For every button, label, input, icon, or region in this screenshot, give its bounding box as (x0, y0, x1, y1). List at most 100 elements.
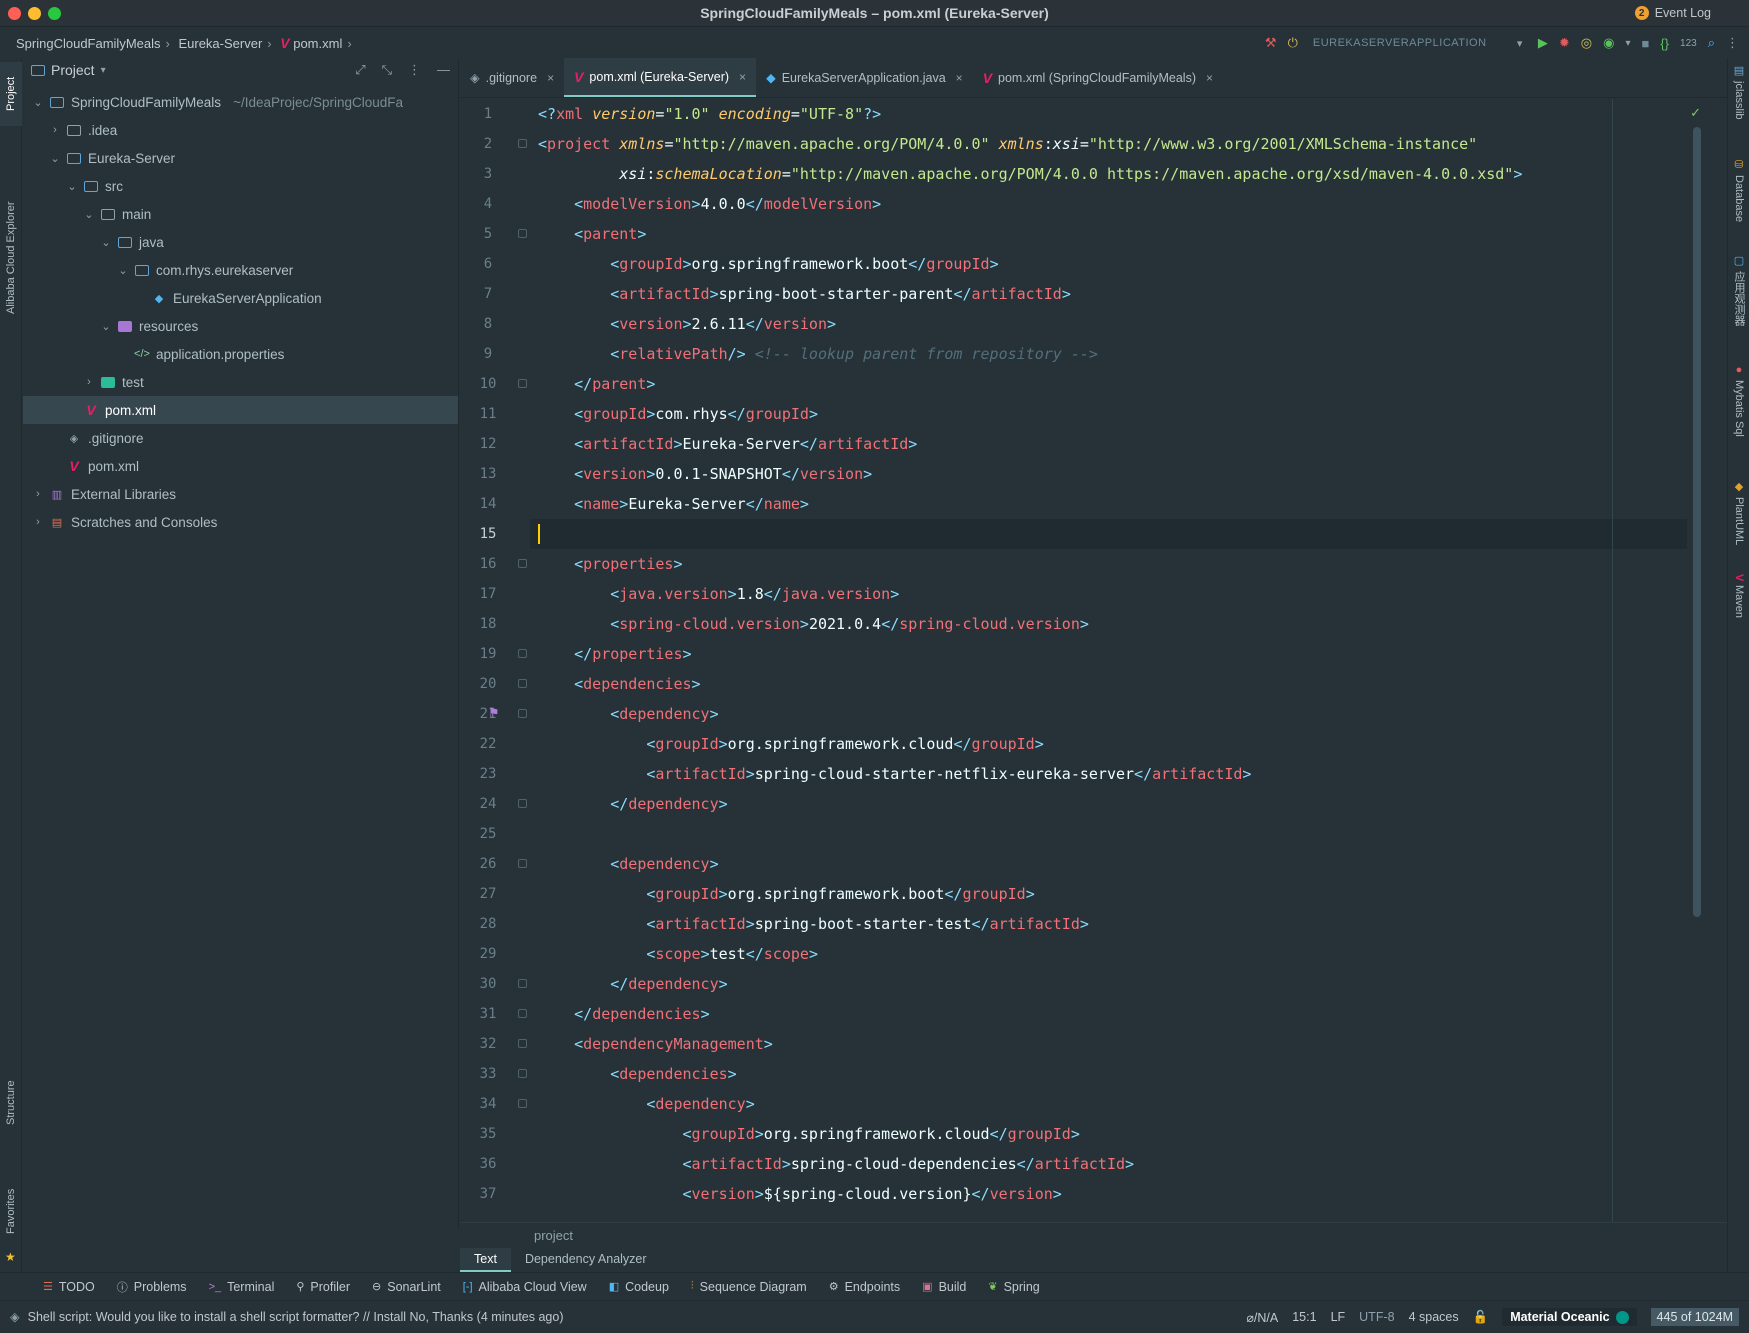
code-line[interactable]: <artifactId>spring-boot-starter-test</ar… (530, 909, 1687, 939)
fold-marker-icon[interactable] (518, 229, 527, 238)
tool-tab-plantuml[interactable]: ◆ PlantUML (1728, 480, 1749, 560)
tree-item[interactable]: ⌄ src (23, 172, 458, 200)
run-icon[interactable]: ▶ (1538, 35, 1548, 51)
power-icon[interactable]: ⏻ (1288, 35, 1298, 51)
tree-item[interactable]: › test (23, 368, 458, 396)
code-line[interactable]: </properties> (530, 639, 1687, 669)
code-line[interactable]: <groupId>org.springframework.boot</group… (530, 249, 1687, 279)
line-separator[interactable]: LF (1331, 1310, 1346, 1324)
code-line[interactable]: </parent> (530, 369, 1687, 399)
code-line[interactable]: <groupId>org.springframework.cloud</grou… (530, 729, 1687, 759)
code-line[interactable]: <scope>test</scope> (530, 939, 1687, 969)
code-line[interactable]: <groupId>com.rhys</groupId> (530, 399, 1687, 429)
hammer-icon[interactable]: ⚒ (1265, 35, 1277, 51)
fold-marker-icon[interactable] (518, 1039, 527, 1048)
collapse-all-icon[interactable]: ⤡ (382, 62, 392, 78)
tree-item[interactable]: Vpom.xml (23, 452, 458, 480)
chevron-down-icon[interactable]: ⌄ (99, 236, 113, 249)
tool-tab-favorites[interactable]: Favorites (0, 1178, 22, 1244)
tool-window-button[interactable]: ⊖ SonarLint (361, 1280, 452, 1294)
tool-tab-jclasslib[interactable]: ▤ jclasslib (1728, 64, 1749, 144)
code-line[interactable] (530, 819, 1687, 849)
editor-tab[interactable]: Vpom.xml (Eureka-Server) × (564, 58, 757, 97)
more-icon[interactable]: ⋮ (1726, 35, 1739, 51)
lock-icon[interactable]: 🔓 (1473, 1310, 1489, 1325)
chevron-down-icon[interactable]: ⌄ (82, 208, 96, 221)
chevron-down-icon[interactable]: ⌄ (48, 152, 62, 165)
stop-icon[interactable]: ■ (1641, 36, 1649, 51)
editor-scrollbar[interactable] (1693, 127, 1701, 917)
code-line[interactable]: </dependency> (530, 789, 1687, 819)
tool-tab-alibaba-cloud-explorer[interactable]: Alibaba Cloud Explorer (0, 168, 22, 348)
tool-tab-maven[interactable]: V Maven (1728, 574, 1749, 644)
tool-window-button[interactable]: ⓘ Problems (106, 1279, 198, 1295)
code-line[interactable]: <artifactId>spring-cloud-starter-netflix… (530, 759, 1687, 789)
code-line[interactable]: <dependencies> (530, 1059, 1687, 1089)
code-line[interactable]: <dependencyManagement> (530, 1029, 1687, 1059)
close-icon[interactable]: × (547, 71, 554, 85)
editor-tab[interactable]: Vpom.xml (SpringCloudFamilyMeals) × (973, 58, 1223, 97)
code-line[interactable]: </dependency> (530, 969, 1687, 999)
tool-window-button[interactable]: ❦ Spring (977, 1280, 1050, 1294)
code-line[interactable]: <dependency> (530, 849, 1687, 879)
code-line[interactable]: <version>0.0.1-SNAPSHOT</version> (530, 459, 1687, 489)
close-icon[interactable]: × (739, 70, 746, 84)
inspection-ok-icon[interactable]: ✓ (1690, 105, 1701, 121)
tree-item[interactable]: ⌄ resources (23, 312, 458, 340)
subtab-dependency-analyzer[interactable]: Dependency Analyzer (511, 1248, 661, 1272)
chevron-down-icon[interactable]: ⌄ (116, 264, 130, 277)
close-icon[interactable]: × (1206, 71, 1213, 85)
editor-breadcrumb-item[interactable]: project (534, 1228, 573, 1243)
code-line[interactable]: <properties> (530, 549, 1687, 579)
tool-window-button[interactable]: [-] Alibaba Cloud View (452, 1280, 598, 1294)
event-log-button[interactable]: 2 Event Log (1634, 6, 1711, 20)
chevron-right-icon[interactable]: › (82, 376, 96, 388)
tool-tab-app-observer[interactable]: ▢ 应用观测器 (1728, 254, 1749, 354)
project-view-select[interactable]: Project ▾ (31, 62, 106, 78)
fold-marker-icon[interactable] (518, 559, 527, 568)
fold-marker-icon[interactable] (518, 1009, 527, 1018)
code-line[interactable]: <?xml version="1.0" encoding="UTF-8"?> (530, 99, 1687, 129)
counter-icon[interactable]: 123 (1680, 38, 1697, 49)
braces-icon[interactable]: {} (1660, 36, 1669, 51)
code-line[interactable]: <dependencies> (530, 669, 1687, 699)
code-line[interactable]: <groupId>org.springframework.boot</group… (530, 879, 1687, 909)
tool-window-button[interactable]: ☰ TODO (32, 1280, 106, 1294)
code-line[interactable]: <java.version>1.8</java.version> (530, 579, 1687, 609)
chevron-right-icon[interactable]: › (31, 488, 45, 500)
tool-window-button[interactable]: >_ Terminal (198, 1280, 286, 1294)
tool-tab-mybatis-sql[interactable]: ● Mybatis Sql (1728, 364, 1749, 464)
file-encoding[interactable]: UTF-8 (1359, 1310, 1394, 1324)
indent-setting[interactable]: 4 spaces (1409, 1310, 1459, 1324)
vcs-status[interactable]: ⌀/N/A (1246, 1310, 1278, 1325)
tool-window-button[interactable]: ⫶ Sequence Diagram (680, 1280, 818, 1294)
code-line[interactable]: <artifactId>spring-cloud-dependencies</a… (530, 1149, 1687, 1179)
code-line[interactable]: </dependencies> (530, 999, 1687, 1029)
chevron-right-icon[interactable]: › (48, 124, 62, 136)
tree-item[interactable]: ⌄ Eureka-Server (23, 144, 458, 172)
tree-item[interactable]: › .idea (23, 116, 458, 144)
code-line[interactable] (530, 519, 1687, 549)
breadcrumb-item-project[interactable]: SpringCloudFamilyMeals (16, 36, 161, 51)
fold-marker-icon[interactable] (518, 709, 527, 718)
code-line[interactable]: <artifactId>Eureka-Server</artifactId> (530, 429, 1687, 459)
code-area[interactable]: <?xml version="1.0" encoding="UTF-8"?> <p… (530, 99, 1687, 1222)
tree-item[interactable]: ⌄ SpringCloudFamilyMeals ~/IdeaProjec/Spri… (23, 88, 458, 116)
chevron-right-icon[interactable]: › (31, 516, 45, 528)
options-icon[interactable]: ⋮ (408, 62, 421, 78)
editor-tab[interactable]: ◆ EurekaServerApplication.java × (756, 58, 973, 97)
fold-marker-icon[interactable] (518, 139, 527, 148)
code-line[interactable]: <version>2.6.11</version> (530, 309, 1687, 339)
code-line[interactable]: <spring-cloud.version>2021.0.4</spring-c… (530, 609, 1687, 639)
code-editor[interactable]: 1 2 3 4 5 6 7 8 9 10 11 12 13 14 15 16 17 18 19 20 21 22 23 24 2… (460, 99, 1727, 1222)
tree-item[interactable]: </> application.properties (23, 340, 458, 368)
code-line[interactable]: <project xmlns = "http://maven.apache.org/… (530, 129, 1687, 159)
subtab-text[interactable]: Text (460, 1248, 511, 1272)
tree-item[interactable]: Vpom.xml (23, 396, 458, 424)
fold-marker-icon[interactable] (518, 979, 527, 988)
fold-marker-icon[interactable] (518, 1069, 527, 1078)
code-line[interactable]: <name>Eureka-Server</name> (530, 489, 1687, 519)
chevron-down-icon[interactable]: ▾ (1625, 38, 1630, 49)
tool-window-button[interactable]: ⚲ Profiler (285, 1280, 361, 1294)
theme-indicator[interactable]: Material Oceanic (1502, 1308, 1637, 1326)
